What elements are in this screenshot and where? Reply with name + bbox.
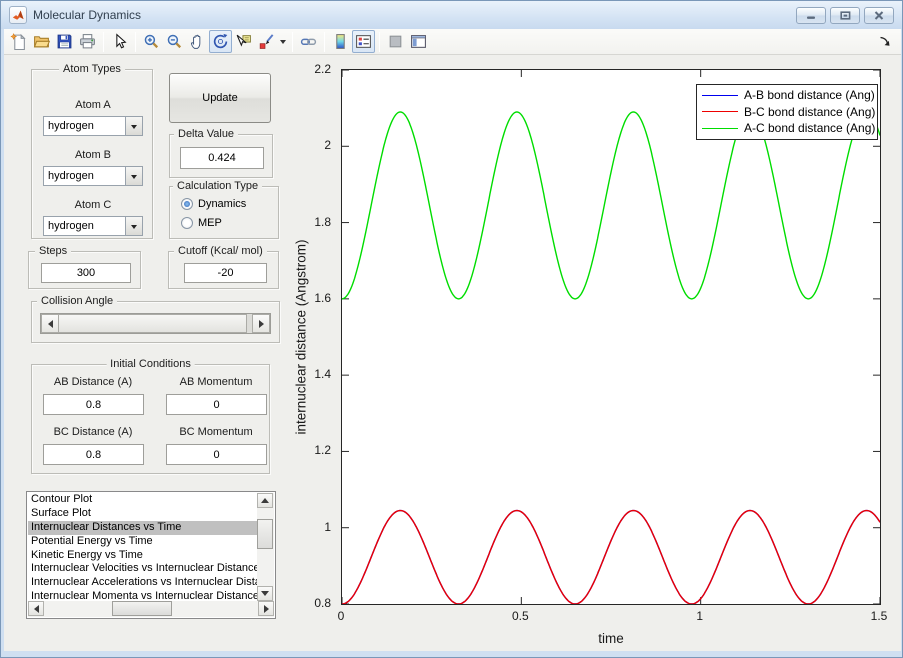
print-figure-button[interactable] <box>76 30 99 53</box>
plot-canvas <box>342 70 880 604</box>
legend-entry: A-C bond distance (Ang) <box>697 120 877 137</box>
toolbar-separator <box>135 32 136 52</box>
data-cursor-button[interactable] <box>232 30 255 53</box>
matlab-logo-icon <box>9 6 27 24</box>
legend-line-swatch <box>702 128 738 129</box>
brush-dropdown-button[interactable] <box>278 30 288 53</box>
rotate-3d-button[interactable] <box>209 30 232 53</box>
brush-icon <box>258 33 275 50</box>
legend-entry: A-B bond distance (Ang) <box>697 87 877 104</box>
figure-content: Atom Types Atom A hydrogen Atom B hydrog… <box>4 55 901 651</box>
open-file-button[interactable] <box>30 30 53 53</box>
x-tick-label: 0 <box>338 609 345 623</box>
toolbar-separator <box>103 32 104 52</box>
plot-axes: A-B bond distance (Ang) B-C bond distance… <box>341 69 881 605</box>
legend-label: A-C bond distance (Ang) <box>744 121 875 135</box>
x-tick-labels: 00.511.5 <box>341 609 881 623</box>
save-figure-button[interactable] <box>53 30 76 53</box>
pan-hand-icon <box>189 33 206 50</box>
legend-entry: B-C bond distance (Ang) <box>697 104 877 121</box>
legend-line-swatch <box>702 111 738 112</box>
show-plot-tools-button[interactable] <box>407 30 430 53</box>
y-tick-label: 1.8 <box>314 215 331 229</box>
rotate-3d-icon <box>212 33 229 50</box>
x-tick-label: 1.5 <box>871 609 888 623</box>
right-arrow-icon <box>264 605 273 613</box>
figure-toolbar <box>4 29 901 55</box>
window-controls <box>796 7 898 24</box>
y-tick-label: 2 <box>324 138 331 152</box>
insert-colorbar-button[interactable] <box>329 30 352 53</box>
dock-figure-button[interactable] <box>878 35 891 48</box>
y-tick-label: 2.2 <box>314 62 331 76</box>
edit-plot-button[interactable] <box>108 30 131 53</box>
insert-legend-button[interactable] <box>352 30 375 53</box>
y-tick-label: 1.6 <box>314 291 331 305</box>
minimize-button[interactable] <box>796 7 826 24</box>
toolbar-separator <box>292 32 293 52</box>
hide-plot-tools-icon <box>387 33 404 50</box>
toolbar-separator <box>324 32 325 52</box>
dock-arrow-icon <box>878 35 891 48</box>
close-button[interactable] <box>864 7 894 24</box>
new-file-icon <box>10 33 27 50</box>
legend-icon <box>355 33 372 50</box>
legend-entries: A-B bond distance (Ang) B-C bond distance… <box>697 87 877 137</box>
left-arrow-icon <box>30 605 39 613</box>
link-plot-button[interactable] <box>297 30 320 53</box>
save-icon <box>56 33 73 50</box>
zoom-in-button[interactable] <box>140 30 163 53</box>
legend-label: B-C bond distance (Ang) <box>744 105 875 119</box>
plot-line <box>342 511 880 604</box>
y-tick-label: 1 <box>324 520 331 534</box>
y-tick-label: 1.4 <box>314 367 331 381</box>
legend-line-swatch <box>702 95 738 96</box>
restore-button[interactable] <box>830 7 860 24</box>
plot-line <box>342 511 880 604</box>
printer-icon <box>79 33 96 50</box>
x-tick-label: 1 <box>696 609 703 623</box>
x-axis-label: time <box>341 631 881 646</box>
title-bar: Molecular Dynamics <box>1 1 903 29</box>
plot-line <box>342 112 880 299</box>
data-cursor-icon <box>235 33 252 50</box>
hide-plot-tools-button[interactable] <box>384 30 407 53</box>
figure-window: Molecular Dynamics <box>0 0 903 658</box>
toolbar-separator <box>379 32 380 52</box>
legend-label: A-B bond distance (Ang) <box>744 88 875 102</box>
zoom-in-icon <box>143 33 160 50</box>
link-icon <box>300 33 317 50</box>
window-title: Molecular Dynamics <box>33 8 141 22</box>
x-tick-label: 0.5 <box>512 609 529 623</box>
open-folder-icon <box>33 33 50 50</box>
pan-button[interactable] <box>186 30 209 53</box>
show-plot-tools-icon <box>410 33 427 50</box>
y-tick-labels: 0.811.21.41.61.822.2 <box>4 69 335 605</box>
plot-legend[interactable]: A-B bond distance (Ang) B-C bond distance… <box>696 84 878 140</box>
zoom-out-button[interactable] <box>163 30 186 53</box>
zoom-out-icon <box>166 33 183 50</box>
colorbar-icon <box>332 33 349 50</box>
arrow-cursor-icon <box>111 33 128 50</box>
y-tick-label: 0.8 <box>314 596 331 610</box>
brush-data-button[interactable] <box>255 30 278 53</box>
new-figure-button[interactable] <box>7 30 30 53</box>
y-tick-label: 1.2 <box>314 443 331 457</box>
